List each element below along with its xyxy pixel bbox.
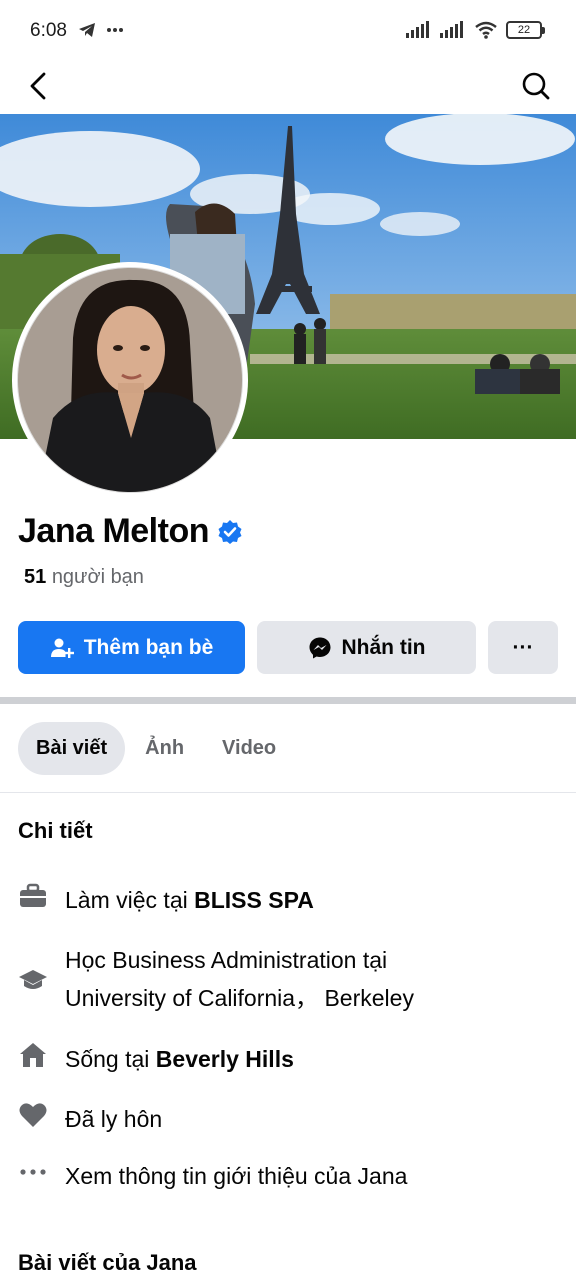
relationship-status: Đã ly hôn xyxy=(65,1106,163,1132)
more-options-icon: ··· xyxy=(512,635,534,659)
education-line1: Học Business Administration tại xyxy=(65,947,388,973)
back-button[interactable] xyxy=(20,66,56,106)
message-button[interactable]: Nhắn tin xyxy=(257,621,476,674)
detail-relationship: Đã ly hôn xyxy=(18,1100,558,1138)
wifi-icon xyxy=(475,21,497,39)
work-prefix: Làm việc tại xyxy=(65,887,195,913)
profile-avatar[interactable] xyxy=(12,262,248,498)
add-friend-icon xyxy=(50,638,74,658)
detail-work: Làm việc tại BLISS SPA xyxy=(18,881,558,919)
search-icon xyxy=(522,72,550,100)
more-options-button[interactable]: ··· xyxy=(488,621,558,674)
add-friend-label: Thêm bạn bè xyxy=(83,635,214,659)
friends-count-label: người bạn xyxy=(51,566,144,588)
profile-tabs: Bài viết Ảnh Video xyxy=(18,722,296,775)
tab-posts[interactable]: Bài viết xyxy=(18,722,126,775)
signal-icon xyxy=(406,21,429,38)
friends-count-number: 51 xyxy=(24,566,47,588)
work-value[interactable]: BLISS SPA xyxy=(194,887,314,913)
back-arrow-icon xyxy=(30,72,46,100)
home-icon xyxy=(18,1040,48,1070)
search-button[interactable] xyxy=(516,66,556,106)
graduation-cap-icon xyxy=(18,965,48,995)
tab-photos[interactable]: Ảnh xyxy=(127,722,202,775)
section-divider xyxy=(0,697,576,704)
posts-title: Bài viết của Jana xyxy=(18,1250,197,1275)
battery-indicator: 22 xyxy=(506,21,545,39)
profile-name-row: Jana Melton xyxy=(18,512,243,551)
education-line2[interactable]: University of California， Berkeley xyxy=(65,979,414,1017)
details-title: Chi tiết xyxy=(18,818,93,843)
heart-icon xyxy=(18,1100,48,1130)
friends-count[interactable]: 51 người bạn xyxy=(24,566,144,589)
message-label: Nhắn tin xyxy=(341,635,426,659)
lives-value[interactable]: Beverly Hills xyxy=(156,1046,294,1072)
tabs-divider xyxy=(0,792,576,793)
more-dots-icon xyxy=(107,28,123,32)
briefcase-icon xyxy=(18,881,48,911)
detail-lives: Sống tại Beverly Hills xyxy=(18,1040,558,1078)
telegram-icon xyxy=(79,23,95,37)
top-nav xyxy=(0,60,576,114)
lives-prefix: Sống tại xyxy=(65,1046,156,1072)
detail-education: Học Business Administration tại Universi… xyxy=(18,941,558,1017)
detail-see-about[interactable]: Xem thông tin giới thiệu của Jana xyxy=(18,1157,558,1195)
profile-actions: Thêm bạn bè Nhắn tin ··· xyxy=(18,621,558,674)
messenger-icon xyxy=(309,637,330,658)
status-time: 6:08 xyxy=(30,20,67,41)
tab-videos[interactable]: Video xyxy=(204,722,294,775)
see-about-link[interactable]: Xem thông tin giới thiệu của Jana xyxy=(65,1157,407,1195)
ellipsis-icon xyxy=(18,1157,48,1187)
verified-badge-icon xyxy=(218,519,242,544)
status-bar: 6:08 22 xyxy=(0,0,576,64)
profile-name: Jana Melton xyxy=(18,512,209,550)
add-friend-button[interactable]: Thêm bạn bè xyxy=(18,621,245,674)
signal-icon-2 xyxy=(440,21,463,38)
